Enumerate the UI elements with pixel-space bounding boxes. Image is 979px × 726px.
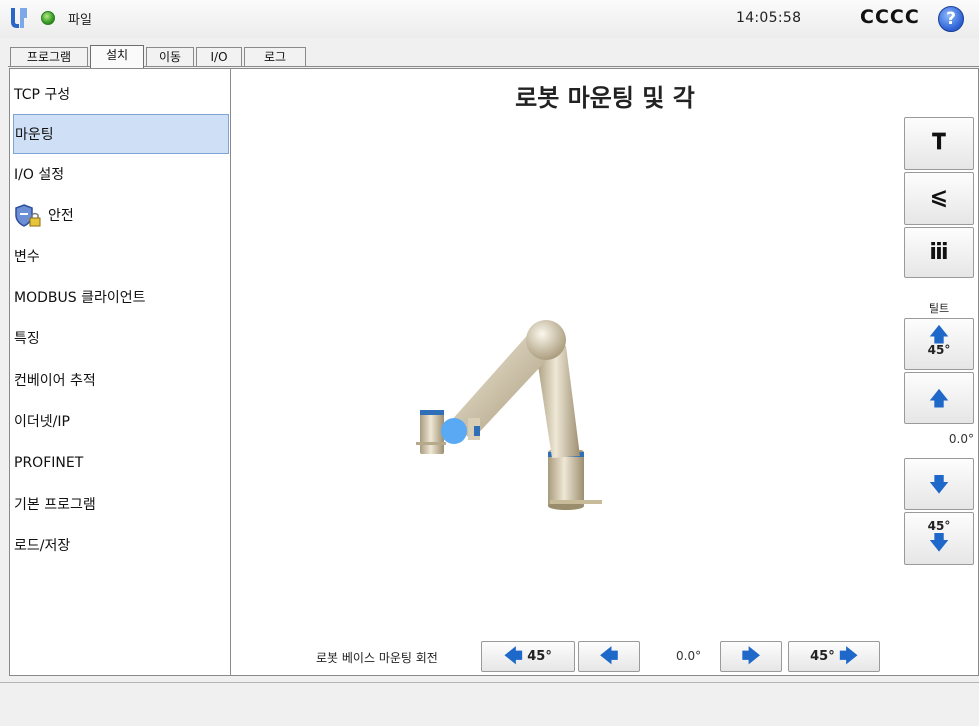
rotate-right-45-button[interactable]: 45° 🡆 [788,641,880,672]
sidebar-item-label: MODBUS 클라이언트 [14,290,146,306]
robot-elbow-joint [526,320,566,360]
file-menu[interactable]: 파일 [68,9,92,28]
arrow-right-icon: 🡆 [741,646,761,667]
sidebar-item-ethernet-ip[interactable]: 이더넷/IP [13,402,229,442]
sidebar-item-label: I/O 설정 [14,167,65,183]
arrow-up-icon: 🡅 [928,322,950,346]
sidebar-item-label: 안전 [48,208,74,224]
base-rotation-label: 로봇 베이스 마운팅 회전 [316,651,438,665]
sidebar-item-label: 마운팅 [15,127,54,143]
base-rotation-value: 0.0° [676,649,702,663]
tab-log[interactable]: 로그 [244,47,306,67]
robot-wrist [420,410,444,454]
view-orientation-icon-1: 𝐓 [931,130,947,155]
sidebar-item-label: 기본 프로그램 [14,497,96,513]
help-button[interactable]: ? [938,6,964,32]
sidebar-item-mounting[interactable]: 마운팅 [13,114,229,154]
tilt-value: 0.0° [948,432,974,446]
tilt-down-45-button[interactable]: 45° 🡇 [904,512,974,565]
sidebar-item-modbus-client[interactable]: MODBUS 클라이언트 [13,278,229,318]
sidebar-item-conveyor-tracking[interactable]: 컨베이어 추적 [13,361,229,401]
sidebar-item-io-setup[interactable]: I/O 설정 [13,155,229,195]
clock: 14:05:58 [736,10,802,26]
rotate-right-button[interactable]: 🡆 [720,641,782,672]
rotate-left-button[interactable]: 🡄 [578,641,640,672]
sidebar-item-label: 이더넷/IP [14,414,70,430]
sidebar-item-profinet[interactable]: PROFINET [13,443,229,483]
tcp-marker [441,418,467,444]
view-button-1[interactable]: 𝐓 [904,117,974,170]
sidebar-item-load-save[interactable]: 로드/저장 [13,526,229,566]
sidebar-item-features[interactable]: 특징 [13,319,229,359]
arrow-up-icon: 🡅 [928,386,950,410]
tab-installation[interactable]: 설치 [90,45,144,68]
universal-robots-logo [11,8,27,28]
tilt-up-45-button[interactable]: 🡅 45° [904,318,974,370]
rotate-left-45-button[interactable]: 🡄 45° [481,641,575,672]
safety-shield-lock-icon [15,204,41,227]
tab-bar: 프로그램 설치 이동 I/O 로그 [0,38,979,68]
sidebar-item-label: 로드/저장 [14,538,71,554]
rotate-left-45-label: 45° [527,649,552,664]
sidebar-item-variables[interactable]: 변수 [13,237,229,277]
view-button-3[interactable]: ⅲ [904,227,974,278]
arrow-down-icon: 🡇 [928,472,950,496]
footer-divider [0,682,979,683]
sidebar-item-label: 특징 [14,331,40,347]
top-bar: 파일 14:05:58 CCCC ? [0,0,979,38]
view-button-2[interactable]: ⩽ [904,172,974,225]
app-window: 파일 14:05:58 CCCC ? 프로그램 설치 이동 I/O 로그 TCP… [0,0,979,726]
robot-name: CCCC [860,6,920,28]
page-title: 로봇 마운팅 및 각 [515,84,695,112]
robot-base [548,450,584,508]
robot-status-indicator [41,11,55,25]
sidebar-item-default-program[interactable]: 기본 프로그램 [13,485,229,525]
arrow-left-icon: 🡄 [599,646,619,667]
sidebar-item-safety[interactable]: 안전 [13,196,229,236]
tilt-up-45-label: 45° [927,343,951,357]
sidebar-item-label: TCP 구성 [14,87,71,103]
arrow-right-icon: 🡆 [839,646,858,667]
arrow-down-icon: 🡇 [928,530,950,554]
arrow-left-icon: 🡄 [504,646,523,667]
installation-sidebar: TCP 구성 마운팅 I/O 설정 안전 변수 MODBUS 클라이언트 특징 … [9,68,231,676]
rotate-right-45-label: 45° [810,649,835,664]
tab-move[interactable]: 이동 [146,47,194,67]
sidebar-item-tcp-config[interactable]: TCP 구성 [13,75,229,115]
view-orientation-icon-2: ⩽ [929,185,949,210]
sidebar-item-label: 컨베이어 추적 [14,373,96,389]
tilt-label: 틸트 [928,302,950,315]
tab-io[interactable]: I/O [196,47,242,67]
view-orientation-icon-3: ⅲ [929,240,949,265]
robot-3d-view[interactable] [400,300,620,530]
tilt-down-button[interactable]: 🡇 [904,458,974,510]
sidebar-item-label: 변수 [14,249,40,265]
tilt-up-button[interactable]: 🡅 [904,372,974,424]
tab-divider [8,66,979,67]
sidebar-item-label: PROFINET [14,455,84,471]
tab-program[interactable]: 프로그램 [10,47,88,67]
